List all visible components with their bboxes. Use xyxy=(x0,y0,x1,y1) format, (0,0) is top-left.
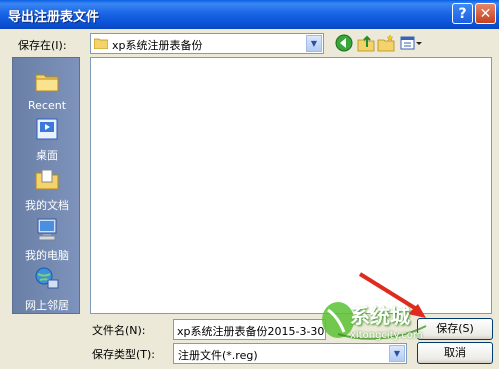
network-icon xyxy=(35,267,59,289)
title-bar[interactable]: 导出注册表文件 ? ✕ xyxy=(0,0,499,29)
watermark-url: xitongcity.com xyxy=(350,330,423,341)
place-my-computer[interactable]: 我的电脑 xyxy=(13,216,81,263)
place-label: 我的电脑 xyxy=(25,249,69,262)
save-in-dropdown[interactable]: xp系统注册表备份 ▼ xyxy=(90,33,324,54)
my-computer-icon xyxy=(37,218,57,241)
place-network[interactable]: 网上邻居 xyxy=(13,266,81,313)
place-label: 桌面 xyxy=(36,149,58,162)
place-recent[interactable]: Recent xyxy=(13,68,81,112)
folder-icon xyxy=(94,38,108,49)
chevron-down-icon[interactable]: ▼ xyxy=(306,35,322,52)
watermark-text: 系统城 xyxy=(350,304,410,328)
chevron-down-icon[interactable]: ▼ xyxy=(389,345,405,362)
close-icon: ✕ xyxy=(479,6,492,22)
desktop-icon xyxy=(36,118,58,140)
filename-label: 文件名(N): xyxy=(92,324,146,337)
place-label: 我的文档 xyxy=(25,199,69,212)
place-label: Recent xyxy=(27,99,67,112)
place-desktop[interactable]: 桌面 xyxy=(13,116,81,163)
filetype-label: 保存类型(T): xyxy=(92,348,156,361)
up-folder-icon[interactable] xyxy=(357,34,375,52)
back-icon[interactable] xyxy=(335,34,353,52)
filetype-dropdown[interactable]: 注册文件(*.reg) ▼ xyxy=(173,343,407,364)
new-folder-icon[interactable] xyxy=(377,34,395,52)
export-registry-dialog: 导出注册表文件 ? ✕ 保存在(I): xp系统注册表备份 ▼ Recent 桌… xyxy=(0,0,499,369)
window-title: 导出注册表文件 xyxy=(8,10,100,25)
filename-input[interactable]: xp系统注册表备份2015-3-30 xyxy=(173,319,326,340)
places-bar: Recent 桌面 我的文档 我的电脑 网上邻居 xyxy=(12,57,80,314)
place-my-documents[interactable]: 我的文档 xyxy=(13,166,81,213)
place-label: 网上邻居 xyxy=(25,299,69,312)
filetype-value: 注册文件(*.reg) xyxy=(178,349,258,362)
save-in-label: 保存在(I): xyxy=(18,39,67,52)
help-icon: ? xyxy=(458,6,467,22)
help-button[interactable]: ? xyxy=(452,3,473,24)
cancel-button[interactable]: 取消 xyxy=(417,342,493,364)
close-button[interactable]: ✕ xyxy=(475,3,496,24)
recent-folder-icon xyxy=(35,74,59,92)
save-in-value: xp系统注册表备份 xyxy=(112,39,203,52)
views-icon[interactable] xyxy=(400,34,422,52)
my-documents-icon xyxy=(35,169,59,190)
